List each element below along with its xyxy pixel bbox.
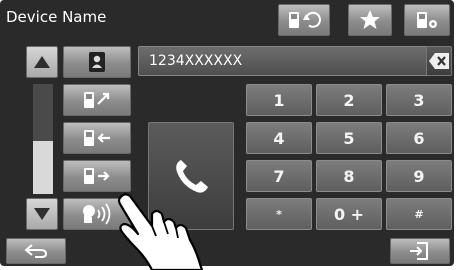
keypad-key-1[interactable]: 1 — [246, 84, 312, 116]
exit-icon — [410, 242, 428, 260]
phonebook-button[interactable] — [63, 46, 131, 78]
missed-call-icon — [84, 168, 110, 184]
scrollbar-thumb[interactable] — [33, 141, 53, 194]
outgoing-calls-button[interactable] — [63, 84, 131, 116]
keypad-key-3[interactable]: 3 — [386, 84, 452, 116]
favorites-button[interactable] — [348, 4, 392, 36]
incoming-calls-button[interactable] — [63, 122, 131, 154]
keypad-key-7[interactable]: 7 — [246, 160, 312, 192]
keypad-key-0-plus[interactable]: 0 + — [316, 198, 382, 230]
phone-settings-button[interactable] — [404, 4, 450, 36]
backspace-button[interactable] — [426, 46, 452, 76]
keypad-key-star[interactable]: * — [246, 198, 312, 230]
phone-settings-icon — [417, 12, 437, 28]
backspace-icon — [429, 53, 449, 69]
keypad-key-hash[interactable]: # — [386, 198, 452, 230]
keypad-key-4[interactable]: 4 — [246, 122, 312, 154]
scroll-up-button[interactable] — [26, 46, 58, 78]
incoming-call-icon — [84, 130, 110, 146]
keypad-key-8[interactable]: 8 — [316, 160, 382, 192]
voice-dial-icon — [83, 203, 111, 225]
phone-number-field[interactable]: 1234XXXXXX — [138, 46, 432, 76]
triangle-down-icon — [34, 208, 50, 220]
phone-refresh-icon — [289, 11, 321, 28]
missed-calls-button[interactable] — [63, 160, 131, 192]
device-name-title: Device Name — [6, 8, 107, 26]
exit-button[interactable] — [390, 238, 450, 264]
reconnect-button[interactable] — [278, 4, 330, 36]
back-arrow-icon — [24, 244, 48, 258]
phone-screen: Device Name 1234XXXXXX 1 2 3 4 5 6 7 8 9… — [0, 0, 454, 266]
keypad-key-9[interactable]: 9 — [386, 160, 452, 192]
scroll-down-button[interactable] — [26, 198, 58, 230]
pointing-hand-icon — [117, 193, 204, 270]
keypad-key-2[interactable]: 2 — [316, 84, 382, 116]
keypad-key-5[interactable]: 5 — [316, 122, 382, 154]
outgoing-call-icon — [84, 92, 110, 108]
back-button[interactable] — [6, 238, 66, 264]
triangle-up-icon — [34, 56, 50, 68]
phonebook-icon — [89, 52, 105, 72]
phone-handset-icon — [176, 160, 208, 193]
star-icon — [360, 10, 380, 29]
keypad-key-6[interactable]: 6 — [386, 122, 452, 154]
